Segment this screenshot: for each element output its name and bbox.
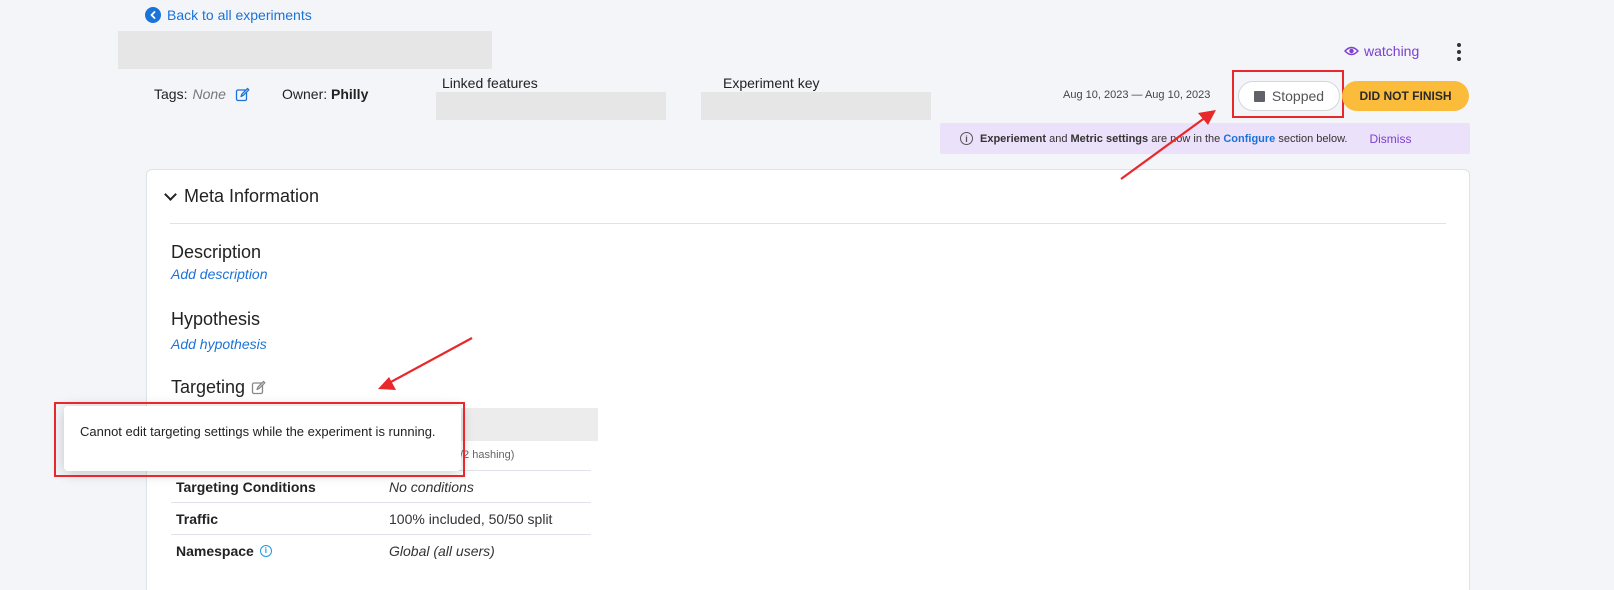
hypothesis-title: Hypothesis xyxy=(171,309,261,329)
linked-features-redacted xyxy=(436,92,666,120)
notice-part4: are now in the xyxy=(1148,132,1224,145)
date-range: Aug 10, 2023 — Aug 10, 2023 xyxy=(1063,89,1211,101)
targeting-title: Targeting xyxy=(171,377,246,397)
description-title: Description xyxy=(171,242,262,262)
row-key: Namespace i xyxy=(171,543,389,559)
row-value: No conditions xyxy=(389,478,474,495)
back-link-label: Back to all experiments xyxy=(167,7,312,23)
owner-field: Owner: Philly xyxy=(282,86,368,102)
notice-part2: and xyxy=(1046,132,1071,145)
notice-part3: Metric settings xyxy=(1070,132,1149,145)
configure-link[interactable]: Configure xyxy=(1223,133,1275,145)
status-highlight-box xyxy=(1232,70,1344,118)
edit-tags-icon[interactable] xyxy=(235,87,250,102)
info-icon: i xyxy=(960,132,973,145)
notice-part1: Experiement xyxy=(980,132,1047,145)
edit-targeting-icon[interactable] xyxy=(251,380,266,395)
eye-icon xyxy=(1344,46,1359,56)
info-icon[interactable]: i xyxy=(259,544,272,557)
result-button[interactable]: DID NOT FINISH xyxy=(1342,81,1469,111)
chevron-down-icon xyxy=(164,188,177,201)
divider xyxy=(170,223,1446,224)
row-value: Global (all users) xyxy=(389,542,495,559)
row-key: Traffic xyxy=(176,510,219,527)
tooltip-highlight-box xyxy=(54,402,465,477)
targeting-header: Targeting xyxy=(171,377,266,398)
more-options-icon[interactable] xyxy=(1451,41,1467,63)
experiment-key-label: Experiment key xyxy=(723,75,820,91)
back-to-experiments-link[interactable]: Back to all experiments xyxy=(145,7,312,23)
watching-toggle[interactable]: watching xyxy=(1344,43,1419,59)
row-value: 100% included, 50/50 split xyxy=(389,510,553,527)
table-row: Traffic 100% included, 50/50 split xyxy=(171,502,591,534)
dismiss-button[interactable]: Dismiss xyxy=(1369,132,1411,146)
add-description-link[interactable]: Add description xyxy=(171,266,268,282)
linked-features-label: Linked features xyxy=(442,75,538,91)
tags-label: Tags: xyxy=(154,86,188,102)
hashing-fragment: /2 hashing) xyxy=(460,449,515,461)
owner-label: Owner: xyxy=(282,86,328,102)
chevron-left-icon xyxy=(145,7,161,23)
add-hypothesis-link[interactable]: Add hypothesis xyxy=(171,336,267,352)
meta-heading: Meta Information xyxy=(184,186,320,206)
table-row: Namespace i Global (all users) xyxy=(171,534,591,566)
tags-value: None xyxy=(192,86,226,102)
owner-value: Philly xyxy=(331,86,369,102)
meta-information-toggle[interactable]: Meta Information xyxy=(164,186,320,207)
notice-part6: section below. xyxy=(1275,132,1348,145)
watching-label: watching xyxy=(1364,43,1420,59)
tags-field: Tags: None xyxy=(154,86,250,102)
obscured-row-background xyxy=(447,408,598,441)
row-key: Targeting Conditions xyxy=(176,478,316,495)
experiment-title-redacted xyxy=(118,31,492,69)
settings-notice: i Experiement and Metric settings are no… xyxy=(940,123,1470,154)
experiment-key-redacted xyxy=(701,92,931,120)
namespace-key: Namespace xyxy=(176,542,254,559)
